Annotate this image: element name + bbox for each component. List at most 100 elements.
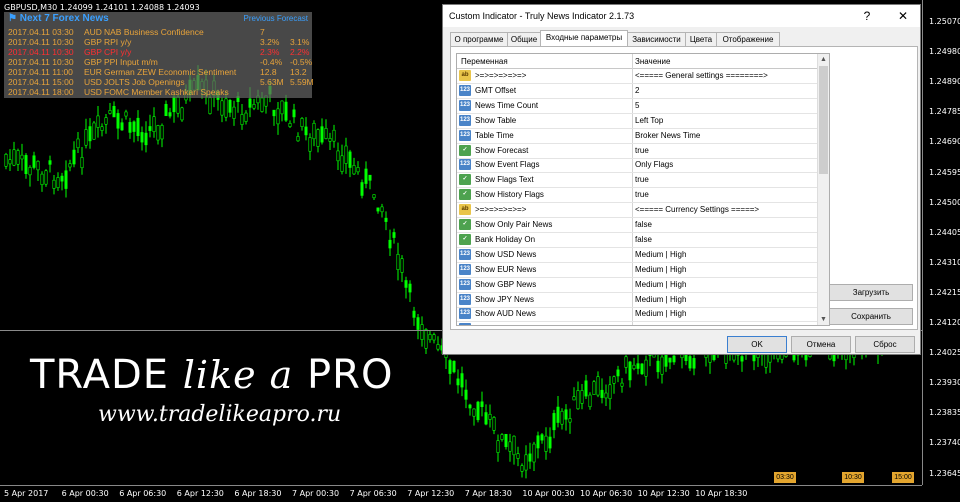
parameter-value[interactable]: Left Top [635,116,663,125]
integer-param-icon: 123 [459,159,471,171]
parameter-row[interactable]: ✓ Show Flags Text true [457,173,817,189]
parameter-value[interactable]: Medium | High [635,309,686,318]
parameter-name: Show AUD News [475,309,536,319]
integer-param-icon: 123 [459,248,471,260]
parameter-value[interactable]: false [635,235,652,244]
price-tick-label: 1.24025 [929,348,960,358]
parameter-row[interactable]: 123 Show EUR News Medium | High [457,263,817,278]
parameter-row[interactable]: ✓ Show History Flags true [457,188,817,204]
candle-body [112,105,116,118]
candle-body [176,96,180,114]
parameter-value[interactable]: true [635,175,649,184]
time-tick-label: 6 Apr 12:30 [176,489,224,498]
parameter-row[interactable]: ✓ Bank Holiday On false [457,233,817,248]
tab-common[interactable]: Общие [507,32,541,46]
parameter-value[interactable]: <===== General settings ========> [635,71,768,80]
news-currency: USD [84,77,102,87]
candle-body [620,382,624,387]
candle-body [92,122,96,140]
time-tick-label: 6 Apr 18:30 [234,489,282,498]
scroll-up-icon[interactable]: ▲ [818,54,829,65]
news-date: 2017.04.11 10:30 [8,57,74,67]
parameter-row[interactable]: 123 Show Event Flags Only Flags [457,158,817,174]
parameter-row[interactable]: 123 Show NZD News Medium | High [457,322,817,325]
parameter-row[interactable]: 123 Table Time Broker News Time [457,129,817,144]
parameter-row[interactable]: 123 Show AUD News Medium | High [457,307,817,323]
scroll-thumb[interactable] [819,66,828,174]
parameter-value[interactable]: true [635,146,649,155]
help-button[interactable]: ? [855,8,879,24]
candle-body [640,363,644,375]
parameter-value[interactable]: false [635,220,652,229]
parameter-row[interactable]: ab >=>=>=>=>=> <===== General settings ===… [457,69,817,84]
candle-body [320,126,324,143]
tab-about[interactable]: О программе [450,32,508,46]
news-forecast: -0.5% [290,57,313,67]
candle-body [20,154,24,160]
candle-body [388,239,392,249]
parameter-value[interactable]: Broker News Time [635,131,700,140]
tab-display[interactable]: Отображение [716,32,780,46]
candle-body [316,129,320,147]
parameter-value[interactable]: 5 [635,101,639,110]
grid-scrollbar[interactable]: ▲ ▼ [817,54,829,325]
column-value[interactable]: Значение [635,57,670,66]
ok-button[interactable]: OK [727,336,787,353]
parameter-value[interactable]: Medium | High [635,280,686,289]
parameter-row[interactable]: ✓ Show Only Pair News false [457,218,817,233]
parameter-row[interactable]: 123 News Time Count 5 [457,99,817,114]
parameter-value[interactable]: Only Flags [635,160,673,169]
tab-inputs[interactable]: Входные параметры [540,30,628,46]
parameter-value[interactable]: Medium | High [635,324,686,325]
candle-body [448,360,452,374]
parameter-value[interactable]: <===== Currency Settings =====> [635,205,759,214]
parameter-row[interactable]: 123 GMT Offset 2 [457,84,817,99]
parameter-value[interactable]: Medium | High [635,250,686,259]
column-variable[interactable]: Переменная [461,57,508,66]
custom-indicator-dialog: Custom Indicator - Truly News Indicator … [442,4,921,355]
candle-body [668,357,672,363]
parameter-value[interactable]: Medium | High [635,295,686,304]
candle-body [624,356,628,368]
candle-body [348,151,352,168]
parameter-value[interactable]: 2 [635,86,639,95]
tab-dependencies[interactable]: Зависимости [627,32,686,46]
candle-body [536,435,540,449]
tab-colors[interactable]: Цвета [685,32,717,46]
time-tick-label: 7 Apr 06:30 [349,489,397,498]
candle-body [12,149,16,166]
candle-body [520,465,524,472]
parameters-grid[interactable]: Переменная Значение ab >=>=>=>=>=> <===== … [456,53,830,326]
reset-button[interactable]: Сброс [855,336,915,353]
cancel-button[interactable]: Отмена [791,336,851,353]
close-button[interactable]: ✕ [891,8,915,24]
time-tick-label: 7 Apr 18:30 [464,489,512,498]
dialog-titlebar[interactable]: Custom Indicator - Truly News Indicator … [443,5,920,27]
candle-body [360,182,364,196]
candle-body [480,401,484,407]
scroll-down-icon[interactable]: ▼ [818,314,829,325]
candle-body [84,129,88,146]
time-tick-label: 10 Apr 00:30 [522,489,575,498]
news-date: 2017.04.11 10:30 [8,47,74,57]
candle-body [684,354,688,361]
news-time-tag: 03:30 [774,472,796,483]
parameter-row[interactable]: 123 Show JPY News Medium | High [457,293,817,308]
parameter-row[interactable]: ab >=>=>=>=>=> <===== Currency Settings ==… [457,203,817,219]
parameter-value[interactable]: true [635,190,649,199]
candle-body [436,344,440,350]
save-button[interactable]: Сохранить [829,308,913,325]
candle-body [504,433,508,448]
candle-body [540,434,544,441]
parameter-row[interactable]: 123 Show GBP News Medium | High [457,278,817,293]
candle-body [476,401,480,421]
parameter-value[interactable]: Medium | High [635,265,686,274]
parameter-row[interactable]: ✓ Show Forecast true [457,144,817,159]
candle-body [108,110,112,114]
time-tick-label: 5 Apr 2017 [4,489,49,498]
price-tick-label: 1.23930 [929,378,960,388]
candle-body [32,155,36,168]
parameter-row[interactable]: 123 Show USD News Medium | High [457,248,817,263]
load-button[interactable]: Загрузить [829,284,913,301]
parameter-row[interactable]: 123 Show Table Left Top [457,114,817,129]
